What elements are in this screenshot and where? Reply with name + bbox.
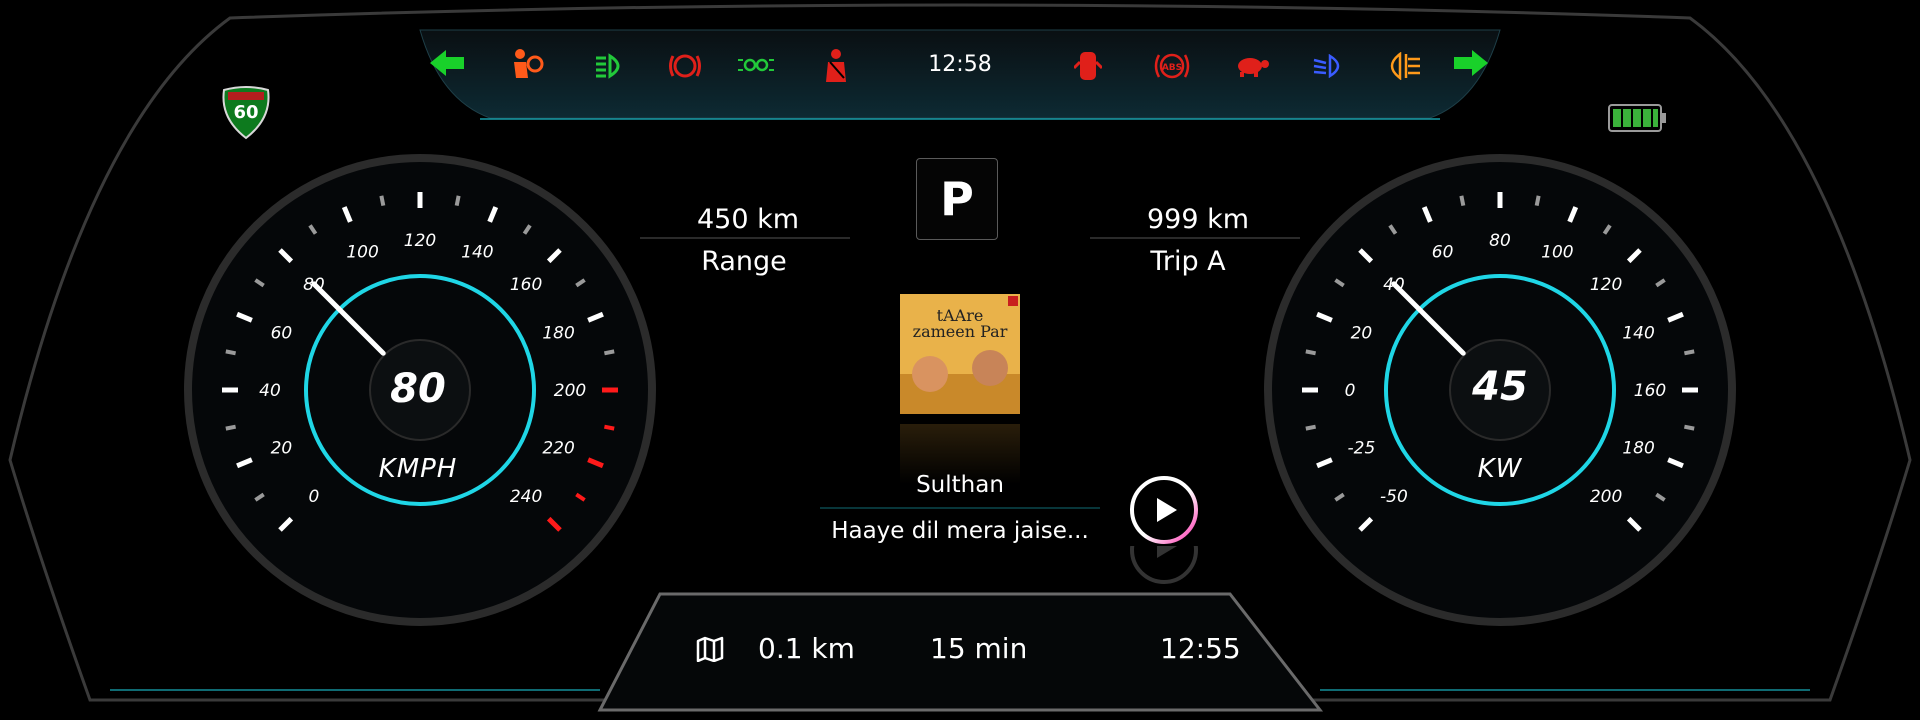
power-meter-tick-label: 20 xyxy=(1351,324,1373,344)
speedometer-minor-tick xyxy=(225,424,237,431)
power-meter-tick-label: 60 xyxy=(1432,242,1454,262)
play-button-reflection xyxy=(1128,546,1200,586)
low-beam-icon xyxy=(1312,53,1352,84)
power-meter-tick-label: 160 xyxy=(1634,381,1666,401)
battery-icon xyxy=(1608,104,1668,134)
power-value: 45 xyxy=(1472,364,1528,410)
power-meter-tick-label: -50 xyxy=(1380,487,1408,507)
nav-eta: 12:55 xyxy=(1160,632,1241,665)
abs-icon: ABS xyxy=(1154,50,1194,86)
album-art: tAAre zameen Par xyxy=(900,294,1020,414)
power-meter-tick-label: 120 xyxy=(1590,275,1622,295)
power-meter-tick-label: 100 xyxy=(1541,242,1573,262)
power-meter-minor-tick xyxy=(1459,195,1466,207)
power-meter-tick-label: 80 xyxy=(1489,231,1511,251)
album-art-text: tAAre zameen Par xyxy=(912,306,1008,341)
speed-unit: KMPH xyxy=(378,454,458,484)
speedometer-tick-label: 20 xyxy=(271,438,293,458)
song-title: Sulthan xyxy=(916,472,1004,498)
play-button[interactable] xyxy=(1128,474,1200,546)
power-meter-minor-tick xyxy=(1683,424,1695,431)
speedometer-minor-tick xyxy=(603,424,615,431)
speedometer-tick-label: 240 xyxy=(510,487,542,507)
range-label: Range xyxy=(701,246,787,277)
nav-duration: 15 min xyxy=(930,632,1028,665)
speedometer-tick-label: 40 xyxy=(259,381,281,401)
trip-label: Trip A xyxy=(1150,246,1226,277)
right-turn-signal-icon xyxy=(1450,48,1498,88)
speedometer-tick-label: 180 xyxy=(542,324,574,344)
power-meter-tick-label: -25 xyxy=(1348,438,1376,458)
speedometer-tick-label: 120 xyxy=(404,231,436,251)
speedometer-tick-label: 200 xyxy=(554,381,586,401)
speedometer-tick-label: 60 xyxy=(271,324,293,344)
speedometer-tick-label: 220 xyxy=(542,438,574,458)
range-value: 450 km xyxy=(696,204,800,235)
map-icon[interactable] xyxy=(696,636,726,664)
tortoise-mode-icon xyxy=(1234,54,1274,84)
speedometer-minor-tick xyxy=(603,349,615,356)
speedometer-tick-label: 100 xyxy=(346,242,378,262)
power-meter-minor-tick xyxy=(1683,349,1695,356)
power-meter-minor-tick xyxy=(1534,195,1541,207)
speedometer-minor-tick xyxy=(225,349,237,356)
song-subtitle: Haaye dil mera jaise... xyxy=(831,518,1089,544)
power-meter-minor-tick xyxy=(1305,424,1317,431)
speedometer-minor-tick xyxy=(454,195,461,207)
speed-value: 80 xyxy=(390,366,446,412)
speedometer-tick-label: 140 xyxy=(461,242,493,262)
trip-value: 999 km xyxy=(1146,204,1250,235)
speedometer-minor-tick xyxy=(379,195,386,207)
svg-text:ABS: ABS xyxy=(1162,63,1182,73)
door-open-icon xyxy=(1072,48,1108,88)
power-meter-tick-label: 180 xyxy=(1622,438,1654,458)
power-meter-tick-label: 140 xyxy=(1622,324,1654,344)
nav-distance: 0.1 km xyxy=(758,632,855,665)
speedometer-tick-label: 160 xyxy=(510,275,542,295)
clock: 12:58 xyxy=(928,52,992,77)
speed-limit-value: 60 xyxy=(233,102,259,123)
power-meter-tick-label: 0 xyxy=(1345,381,1356,401)
speed-limit-sign: 60 xyxy=(218,84,274,140)
power-meter-tick-label: 200 xyxy=(1590,487,1622,507)
instrument-cluster: 12:58 ABS 60 020406080100120140160180200… xyxy=(0,0,1920,720)
rear-fog-icon xyxy=(1386,51,1426,84)
gear-indicator: P xyxy=(916,158,998,240)
power-meter-minor-tick xyxy=(1305,349,1317,356)
speedometer-tick-label: 0 xyxy=(309,487,320,507)
power-unit: KW xyxy=(1477,454,1523,484)
